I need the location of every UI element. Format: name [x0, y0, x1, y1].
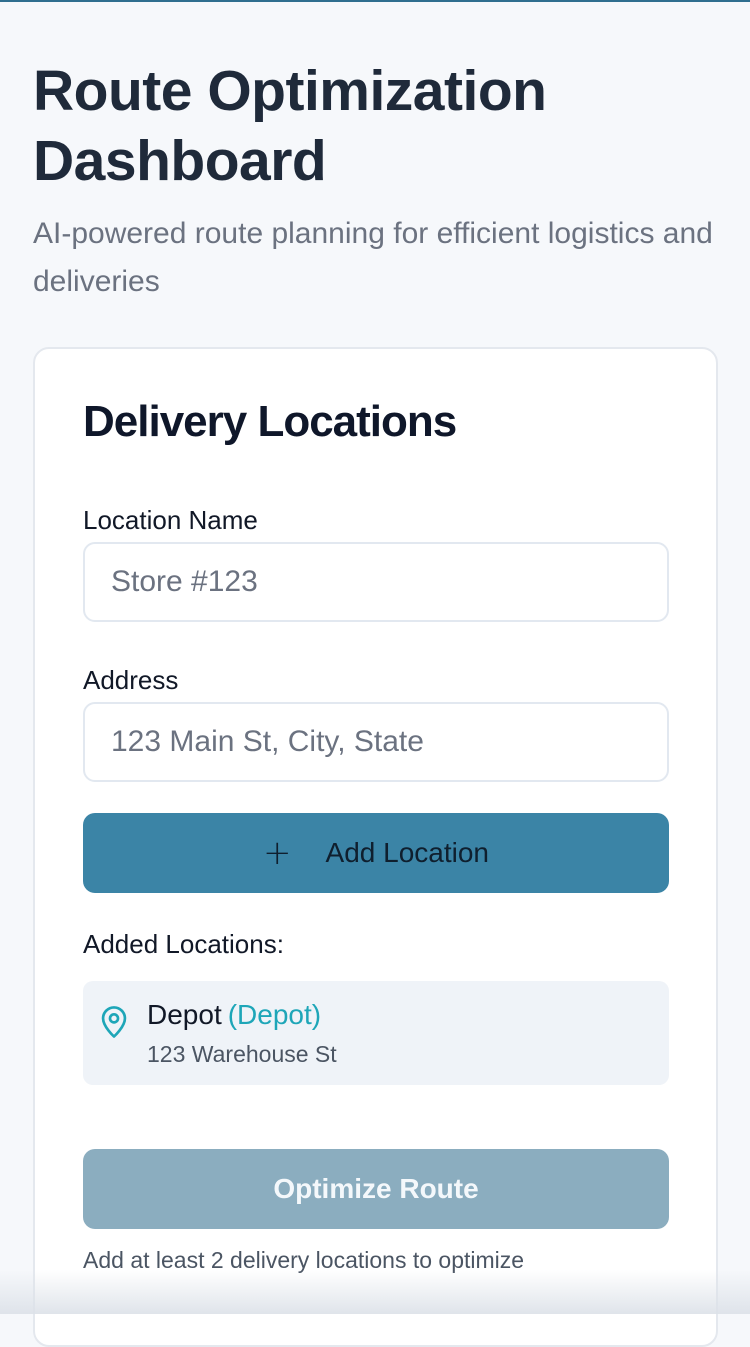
top-accent-bar: [0, 0, 750, 2]
map-pin-icon: [99, 1005, 129, 1039]
plus-icon: +: [263, 833, 292, 873]
location-name: Depot: [147, 999, 222, 1030]
list-item: Depot (Depot) 123 Warehouse St: [83, 981, 669, 1085]
location-name-input[interactable]: [83, 542, 669, 622]
address-label: Address: [83, 665, 179, 695]
bottom-fade: [0, 1270, 750, 1314]
page-subtitle: AI-powered route planning for efficient …: [33, 217, 713, 298]
optimize-route-button[interactable]: Optimize Route: [83, 1149, 669, 1229]
card-title: Delivery Locations: [83, 397, 457, 446]
location-name-row: Depot (Depot): [147, 999, 321, 1031]
location-address: 123 Warehouse St: [147, 1041, 337, 1067]
address-input[interactable]: [83, 702, 669, 782]
added-locations-heading: Added Locations:: [83, 929, 284, 959]
page-title: Route Optimization Dashboard: [33, 59, 547, 193]
depot-tag: (Depot): [227, 999, 322, 1030]
location-name-label: Location Name: [83, 505, 258, 535]
add-location-button[interactable]: + Add Location: [83, 813, 669, 893]
add-location-label: Add Location: [325, 837, 489, 868]
delivery-locations-card: Delivery Locations Location Name Address…: [33, 347, 718, 1347]
page-header: Route Optimization Dashboard AI-powered …: [33, 56, 713, 306]
